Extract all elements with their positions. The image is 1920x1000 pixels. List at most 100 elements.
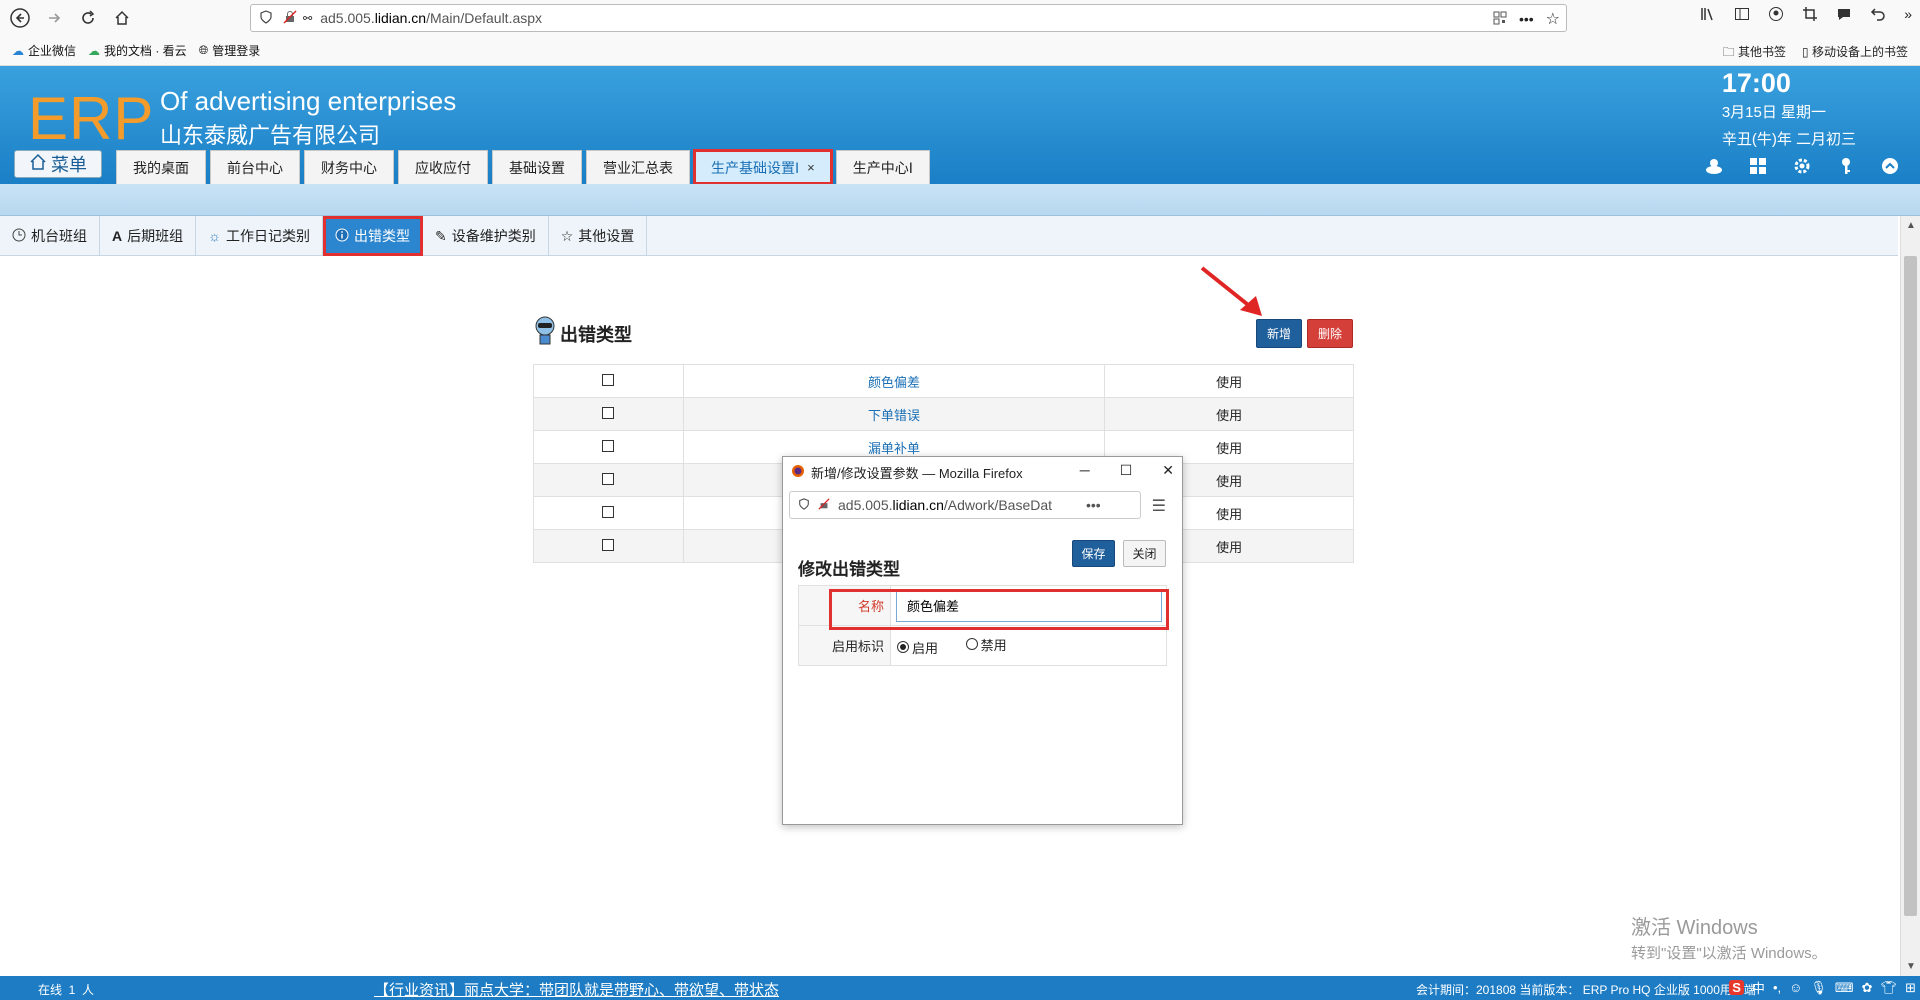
row-status: 使用 (1216, 506, 1243, 522)
skin-icon[interactable]: ✿ (1862, 980, 1873, 996)
edit-form: 名称 启用标识 启用 禁用 (798, 585, 1167, 666)
add-button[interactable]: 新增 (1256, 319, 1302, 348)
insecure-lock-icon (818, 497, 830, 513)
wework-icon: ☁ (12, 43, 24, 58)
news-ticker-link[interactable]: 【行业资讯】丽点大学：带团队就是带野心、带欲望、带状态 (374, 979, 779, 1000)
radio-enable[interactable]: 启用 (897, 638, 938, 657)
row-checkbox[interactable] (602, 472, 615, 485)
close-button[interactable]: 关闭 (1123, 540, 1166, 567)
letter-a-icon: A (112, 228, 123, 244)
firefox-icon (791, 464, 805, 481)
tshirt-icon[interactable]: 👕︎ (1881, 980, 1898, 996)
close-icon[interactable]: ✕ (1162, 462, 1174, 479)
settings-gear-icon[interactable] (1792, 156, 1812, 179)
online-count: 在线 1 人 (38, 983, 95, 997)
maximize-icon[interactable]: ☐ (1120, 462, 1133, 479)
forward-icon[interactable] (40, 4, 68, 32)
row-name-link[interactable]: 漏单补单 (868, 441, 920, 456)
scroll-up-icon[interactable]: ▲ (1906, 220, 1916, 231)
bookmark-my-docs[interactable]: ☁ 我的文档 · 看云 (88, 42, 187, 59)
subtab-work-diary-category[interactable]: ☼ 工作日记类别 (196, 216, 323, 256)
table-row[interactable]: 下单错误 使用 (533, 397, 1354, 431)
annotation-arrow (1200, 266, 1262, 316)
subtab-machine-team[interactable]: 机台班组 (0, 216, 100, 256)
radio-disable[interactable]: 禁用 (965, 635, 1007, 654)
chat-icon[interactable] (1836, 6, 1852, 25)
bookmark-other[interactable]: 🗀︎ 其他书签 (1723, 43, 1786, 64)
overflow-menu-icon[interactable]: » (1904, 6, 1912, 25)
version-info: 会计期间：201808 当前版本： ERP Pro HQ 企业版 1000用户端 (1416, 983, 1756, 997)
keyboard-icon[interactable]: ⌨ (1835, 980, 1854, 996)
more-actions-icon[interactable]: ••• (1519, 11, 1534, 27)
permissions-icon[interactable]: ⚯ (303, 12, 312, 25)
scroll-thumb[interactable] (1904, 256, 1917, 916)
bookmark-star-icon[interactable]: ☆ (1546, 9, 1560, 29)
key-icon[interactable] (1836, 156, 1856, 179)
subtab-other-settings[interactable]: ☆ 其他设置 (549, 216, 648, 256)
bookmark-label: 管理登录 (212, 44, 261, 58)
name-input[interactable] (896, 589, 1162, 622)
clock-time: 17:00 (1721, 68, 1791, 98)
qr-code-icon[interactable] (1493, 11, 1507, 28)
row-checkbox[interactable] (602, 505, 615, 518)
row-name-link[interactable]: 颜色偏差 (868, 375, 920, 390)
row-name-link[interactable]: 下单错误 (868, 408, 920, 423)
punctuation-icon[interactable]: •, (1773, 980, 1781, 995)
delete-button[interactable]: 删除 (1307, 319, 1353, 348)
bookmark-mobile[interactable]: ▯ 移动设备上的书签 (1802, 43, 1908, 64)
scroll-down-icon[interactable]: ▼ (1906, 961, 1916, 972)
subtab-equipment-maintenance[interactable]: ✎ 设备维护类别 (423, 216, 549, 256)
row-checkbox[interactable] (602, 373, 615, 386)
row-checkbox[interactable] (602, 406, 615, 419)
subtab-label: 其他设置 (578, 228, 635, 244)
more-actions-icon[interactable]: ••• (1086, 497, 1101, 513)
collapse-up-icon[interactable] (1880, 156, 1900, 179)
ime-mode[interactable]: 中 (1752, 978, 1765, 997)
kanyun-icon: ☁ (88, 43, 101, 58)
apps-grid-icon[interactable] (1748, 156, 1768, 179)
gear-icon: ☼ (208, 228, 221, 244)
emoji-icon[interactable]: ☺ (1789, 980, 1802, 995)
bookmark-admin-login[interactable]: 🌐︎ 管理登录 (199, 42, 261, 59)
watermark-line2: 转到"设置"以激活 Windows。 (1631, 945, 1827, 962)
bookmark-wework[interactable]: ☁ 企业微信 (12, 42, 76, 59)
subtab-error-types[interactable]: 出错类型 (322, 216, 423, 256)
menu-button[interactable]: 菜单 (14, 150, 102, 178)
tab-receivables[interactable]: 应收应付 (398, 150, 488, 184)
dialog-address-bar[interactable]: ad5.005.lidian.cn/Adwork/BaseDat ••• ☰ (789, 491, 1166, 519)
tab-finance[interactable]: 财务中心 (304, 150, 394, 184)
back-icon[interactable] (6, 4, 34, 32)
close-icon[interactable]: × (807, 160, 815, 175)
url-text[interactable]: ad5.005.lidian.cn/Main/Default.aspx (320, 10, 542, 26)
screenshot-icon[interactable] (1802, 6, 1818, 25)
subtab-post-team[interactable]: A 后期班组 (100, 216, 197, 256)
user-icon[interactable] (1704, 156, 1724, 179)
save-button[interactable]: 保存 (1072, 540, 1115, 567)
tab-my-desktop[interactable]: 我的桌面 (116, 150, 206, 184)
dialog-url-text[interactable]: ad5.005.lidian.cn/Adwork/BaseDat (838, 497, 1078, 513)
table-row[interactable]: 颜色偏差 使用 (533, 364, 1354, 398)
account-icon[interactable] (1768, 6, 1784, 25)
page-scrollbar[interactable]: ▲ ▼ (1900, 216, 1920, 976)
tab-production-center[interactable]: 生产中心Ⅰ (835, 150, 930, 184)
undo-icon[interactable] (1870, 6, 1886, 25)
row-status: 使用 (1216, 473, 1243, 489)
tab-production-settings[interactable]: 生产基础设置Ⅰ × (693, 149, 833, 185)
sogou-icon[interactable]: S (1729, 980, 1744, 995)
grid-icon[interactable]: ⊞ (1905, 980, 1916, 996)
row-checkbox[interactable] (602, 439, 615, 452)
home-icon[interactable] (108, 4, 136, 32)
dialog-title: 新增/修改设置参数 — Mozilla Firefox (811, 465, 1023, 481)
minimize-icon[interactable]: ─ (1080, 462, 1090, 479)
reload-icon[interactable] (74, 4, 102, 32)
hamburger-menu-icon[interactable]: ☰ (1152, 496, 1166, 516)
row-status: 使用 (1216, 440, 1243, 456)
row-checkbox[interactable] (602, 538, 615, 551)
microphone-icon[interactable]: 🎙︎ (1810, 980, 1827, 996)
tab-front-desk[interactable]: 前台中心 (210, 150, 300, 184)
address-bar[interactable]: ⚯ ad5.005.lidian.cn/Main/Default.aspx ••… (250, 4, 1567, 32)
tab-basic-settings[interactable]: 基础设置 (492, 150, 582, 184)
tab-business-summary[interactable]: 营业汇总表 (586, 150, 690, 184)
sidebar-icon[interactable] (1734, 6, 1750, 25)
library-icon[interactable] (1700, 6, 1716, 25)
